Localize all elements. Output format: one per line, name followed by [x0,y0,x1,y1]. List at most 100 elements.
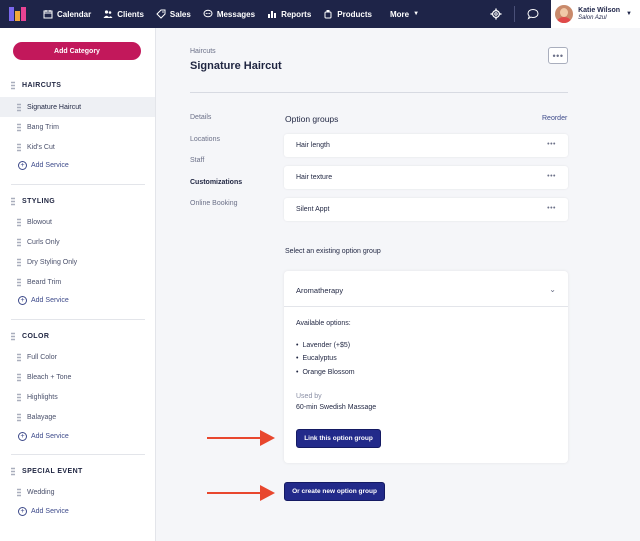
service-label: Signature Haircut [27,103,82,111]
sidebar-item-bleach-tone[interactable]: Bleach + Tone [0,367,155,387]
sidebar-item-full-color[interactable]: Full Color [0,347,155,367]
drag-handle-icon[interactable] [17,277,21,287]
section-title-styling[interactable]: STYLING [11,197,55,206]
service-label: Highlights [27,393,58,401]
nav-products[interactable]: Products [323,9,372,19]
chevron-down-icon[interactable]: ⌄ [549,285,556,294]
plus-circle-icon: + [18,161,27,170]
subnav-locations[interactable]: Locations [190,136,220,143]
reorder-link[interactable]: Reorder [542,115,567,122]
ellipsis-icon[interactable]: ••• [547,173,556,180]
drag-handle-icon[interactable] [17,392,21,402]
section-title-haircuts[interactable]: HAIRCUTS [11,81,61,90]
nav-sales-label: Sales [169,9,191,19]
user-menu[interactable]: Katie Wilson Salon Azul ▼ [551,0,640,28]
sidebar-item-blowout[interactable]: Blowout [0,212,155,232]
app-logo-icon[interactable] [9,7,27,21]
sidebar-item-bang-trim[interactable]: Bang Trim [0,117,155,137]
option-group-select[interactable]: Aromatherapy [296,286,343,295]
drag-handle-icon[interactable] [17,352,21,362]
user-salon: Salon Azul [578,14,607,21]
option-group-label: Silent Appt [296,206,330,213]
sidebar-item-balayage[interactable]: Balayage [0,407,155,427]
nav-reports[interactable]: Reports [267,9,311,19]
service-label: Beard Trim [27,278,62,286]
plus-circle-icon: + [18,507,27,516]
link-option-group-button[interactable]: Link this option group [296,429,381,448]
drag-handle-icon[interactable] [11,332,15,341]
ellipsis-icon[interactable]: ••• [547,205,556,212]
drag-handle-icon[interactable] [11,197,15,206]
sidebar-item-highlights[interactable]: Highlights [0,387,155,407]
card-divider [284,306,568,307]
reports-icon [268,11,277,18]
drag-handle-icon[interactable] [11,467,15,476]
nav-messages[interactable]: Messages [203,9,255,19]
sidebar-item-signature-haircut[interactable]: Signature Haircut [0,97,155,117]
user-info: Katie Wilson Salon Azul [578,7,620,21]
clients-icon [103,10,113,18]
create-option-group-button[interactable]: Or create new option group [284,482,385,501]
nav-more-menu[interactable]: More ▼ [390,10,419,19]
user-name: Katie Wilson [578,6,621,14]
sidebar-item-kids-cut[interactable]: Kid's Cut [0,137,155,157]
drag-handle-icon[interactable] [17,122,21,132]
top-navigation-bar: Calendar Clients Sales Messages Reports … [0,0,640,28]
add-service-button[interactable]: + Add Service [18,296,69,305]
service-label: Curls Only [27,238,60,246]
drag-handle-icon[interactable] [17,372,21,382]
used-by-label: Used by [296,393,322,400]
ellipsis-icon[interactable]: ••• [547,141,556,148]
messages-icon [203,9,213,18]
option-group-row-silent-appt[interactable]: Silent Appt ••• [284,198,568,221]
add-category-button[interactable]: Add Category [13,42,141,60]
service-label: Bang Trim [27,123,59,131]
nav-products-label: Products [337,9,372,19]
option-group-row-hair-length[interactable]: Hair length ••• [284,134,568,157]
sidebar-item-dry-styling-only[interactable]: Dry Styling Only [0,252,155,272]
nav-calendar[interactable]: Calendar [43,9,91,19]
add-service-label: Add Service [31,297,69,304]
subnav-customizations[interactable]: Customizations [190,179,242,186]
subnav-online-booking[interactable]: Online Booking [190,200,237,207]
select-existing-label: Select an existing option group [285,248,381,255]
drag-handle-icon[interactable] [17,237,21,247]
breadcrumb[interactable]: Haircuts [190,48,216,55]
drag-handle-icon[interactable] [17,217,21,227]
add-service-button[interactable]: + Add Service [18,507,69,516]
gear-icon[interactable] [490,8,502,20]
drag-handle-icon[interactable] [17,257,21,267]
nav-divider [514,6,516,22]
section-divider [11,454,145,455]
drag-handle-icon[interactable] [11,81,15,90]
chat-bubble-icon[interactable] [527,8,539,20]
sidebar-item-beard-trim[interactable]: Beard Trim [0,272,155,292]
add-service-label: Add Service [31,433,69,440]
sidebar-item-curls-only[interactable]: Curls Only [0,232,155,252]
drag-handle-icon[interactable] [17,412,21,422]
avatar [555,5,574,23]
arrow-right-icon [207,485,275,501]
drag-handle-icon[interactable] [17,142,21,152]
section-title-label: COLOR [22,333,50,340]
sidebar-item-wedding[interactable]: Wedding [0,482,155,502]
drag-handle-icon[interactable] [17,102,21,112]
section-title-special-event[interactable]: SPECIAL EVENT [11,467,83,476]
list-item: Orange Blossom [296,369,354,376]
list-item: Eucalyptus [296,355,336,362]
nav-sales[interactable]: Sales [156,9,191,19]
nav-clients[interactable]: Clients [103,9,144,19]
option-group-row-hair-texture[interactable]: Hair texture ••• [284,166,568,189]
used-by-value: 60-min Swedish Massage [296,404,377,411]
ellipsis-icon: ••• [552,50,564,61]
subnav-staff[interactable]: Staff [190,157,204,164]
add-service-button[interactable]: + Add Service [18,161,69,170]
option-group-label: Hair length [296,142,330,149]
subnav-details[interactable]: Details [190,114,211,121]
add-service-button[interactable]: + Add Service [18,432,69,441]
drag-handle-icon[interactable] [17,487,21,497]
service-label: Dry Styling Only [27,258,78,266]
more-options-button[interactable]: ••• [548,47,568,64]
section-title-color[interactable]: COLOR [11,332,49,341]
nav-more-label: More [389,9,410,19]
